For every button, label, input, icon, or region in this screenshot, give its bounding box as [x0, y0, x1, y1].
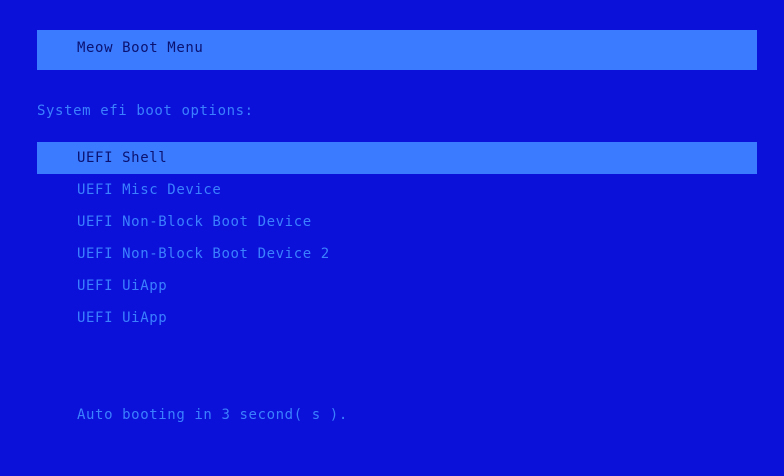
- boot-menu-title: Meow Boot Menu: [77, 40, 204, 56]
- boot-option-label: UEFI Non-Block Boot Device 2: [77, 246, 330, 262]
- boot-option-uefi-misc-device[interactable]: UEFI Misc Device: [37, 174, 757, 206]
- boot-options-heading: System efi boot options:: [37, 103, 254, 119]
- boot-menu-title-bar: Meow Boot Menu: [37, 30, 757, 70]
- boot-option-uefi-shell[interactable]: UEFI Shell: [37, 142, 757, 174]
- boot-option-label: UEFI Non-Block Boot Device: [77, 214, 312, 230]
- boot-option-uefi-non-block-boot-device-2[interactable]: UEFI Non-Block Boot Device 2: [37, 238, 757, 270]
- boot-option-uefi-non-block-boot-device[interactable]: UEFI Non-Block Boot Device: [37, 206, 757, 238]
- boot-options-list: UEFI Shell UEFI Misc Device UEFI Non-Blo…: [37, 142, 757, 334]
- boot-option-label: UEFI Misc Device: [77, 182, 222, 198]
- boot-option-label: UEFI UiApp: [77, 310, 168, 326]
- boot-option-uefi-uiapp-2[interactable]: UEFI UiApp: [37, 302, 757, 334]
- auto-boot-countdown: Auto booting in 3 second( s ).: [77, 407, 348, 423]
- boot-option-label: UEFI UiApp: [77, 278, 168, 294]
- boot-option-label: UEFI Shell: [77, 150, 168, 166]
- boot-option-uefi-uiapp-1[interactable]: UEFI UiApp: [37, 270, 757, 302]
